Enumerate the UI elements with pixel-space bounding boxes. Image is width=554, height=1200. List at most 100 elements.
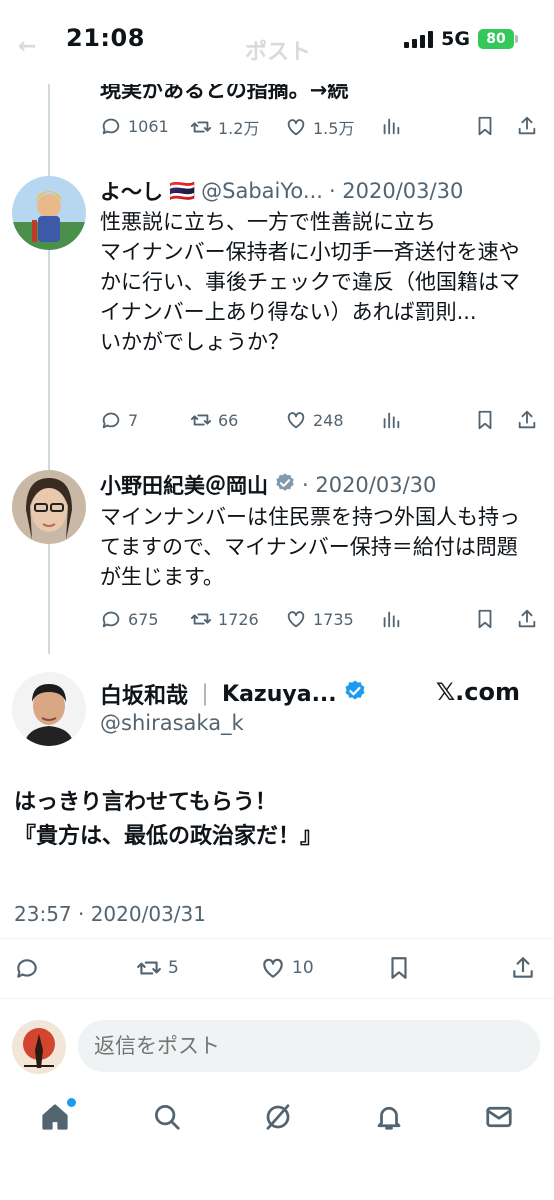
- bookmark-icon: [478, 410, 492, 430]
- network-type: 5G: [441, 28, 470, 50]
- like-button[interactable]: 1.5万: [285, 115, 354, 139]
- repost-count: 1726: [218, 609, 259, 629]
- mail-icon: [486, 1106, 512, 1128]
- like-count: 10: [292, 958, 314, 978]
- status-indicators: 5G 80: [404, 28, 518, 50]
- share-button[interactable]: [516, 409, 538, 431]
- views-icon: [383, 611, 400, 628]
- reply2-text: マインナンバーは住民票を持つ外国人も持ってますので、マイナンバー保持＝給付は問題…: [100, 505, 520, 589]
- main-author-name-en[interactable]: Kazuya...: [222, 682, 337, 707]
- reply2-actions: 675 1726 1735: [100, 605, 540, 635]
- avatar-reply1[interactable]: [12, 176, 86, 250]
- like-button[interactable]: 1735: [285, 608, 354, 630]
- main-tweet-actions: 5 10: [0, 952, 554, 984]
- heart-icon: [287, 412, 305, 429]
- reply1-text: 性悪説に立ち、一方で性善説に立ち マイナンバー保持者に小切手一斉送付を速やかに行…: [100, 210, 520, 354]
- reply1-handle[interactable]: @SabaiYo...: [201, 179, 323, 203]
- divider: [0, 998, 554, 999]
- views-icon: [383, 412, 400, 429]
- main-author: 白坂和哉 ｜ Kazuya...: [100, 678, 367, 710]
- reply1-author-name[interactable]: よ〜し: [100, 176, 163, 206]
- avatar-main[interactable]: [12, 672, 86, 746]
- views-button[interactable]: [380, 409, 402, 431]
- views-button[interactable]: [380, 608, 402, 630]
- views-button[interactable]: [380, 115, 402, 137]
- repost-button[interactable]: 1.2万: [190, 115, 259, 139]
- reply-icon: [17, 959, 37, 978]
- share-button[interactable]: [516, 115, 538, 137]
- bookmark-icon: [391, 957, 407, 979]
- bookmark-button[interactable]: [386, 955, 412, 981]
- nav-home[interactable]: [40, 1098, 76, 1134]
- nav-notifications[interactable]: [374, 1102, 406, 1134]
- signal-icon: [404, 30, 434, 48]
- share-button[interactable]: [516, 608, 538, 630]
- reply-count: 675: [128, 609, 159, 629]
- bookmark-button[interactable]: [474, 115, 496, 137]
- search-icon: [155, 1105, 180, 1130]
- reply-compose-input[interactable]: [78, 1020, 540, 1072]
- repost-button[interactable]: 66: [190, 409, 238, 431]
- status-time: 21:08: [66, 24, 145, 52]
- repost-button[interactable]: 5: [136, 955, 179, 981]
- repost-icon: [190, 414, 212, 426]
- repost-count: 66: [218, 410, 239, 430]
- reply1-actions: 7 66 248: [100, 406, 540, 436]
- divider: [0, 938, 554, 939]
- verified-blue-icon: [343, 679, 367, 709]
- main-author-handle[interactable]: @shirasaka_k: [100, 711, 244, 735]
- bookmark-icon: [478, 609, 492, 629]
- nav-grok[interactable]: [263, 1102, 295, 1134]
- reply-count: 7: [128, 410, 139, 430]
- share-icon: [518, 410, 536, 429]
- share-icon: [513, 957, 533, 978]
- like-button[interactable]: 248: [285, 409, 344, 431]
- share-button[interactable]: [510, 955, 536, 981]
- reply-button[interactable]: 1061: [100, 115, 169, 137]
- like-button[interactable]: 10: [260, 955, 314, 981]
- repost-icon: [190, 121, 212, 133]
- reply1-date: · 2020/03/30: [328, 179, 464, 203]
- reply2-header: 小野田紀美＠岡山 · 2020/03/30: [100, 470, 436, 500]
- verified-gray-icon: [274, 472, 296, 499]
- bookmark-icon: [478, 116, 492, 136]
- like-count: 1.5万: [313, 119, 355, 138]
- thai-flag-icon: 🇹🇭: [169, 178, 196, 203]
- header-title: ポスト: [245, 40, 312, 65]
- nav-search[interactable]: [152, 1102, 184, 1134]
- previous-tweet-actions: 1061 1.2万 1.5万: [100, 112, 540, 142]
- source-label: 𝕏.com: [435, 678, 520, 706]
- home-icon: [42, 1104, 68, 1130]
- reply-icon: [102, 412, 120, 429]
- avatar-reply2[interactable]: [12, 470, 86, 544]
- repost-count: 5: [168, 958, 179, 978]
- views-icon: [383, 118, 400, 135]
- reply-icon: [102, 118, 120, 135]
- reply-count: 1061: [128, 116, 169, 136]
- like-count: 1735: [313, 609, 354, 629]
- heart-icon: [287, 611, 305, 628]
- battery-icon: 80: [478, 29, 518, 49]
- share-icon: [518, 116, 536, 135]
- reply-button[interactable]: 7: [100, 409, 138, 431]
- repost-count: 1.2万: [218, 119, 260, 138]
- main-tweet-text: はっきり言わせてもらう！ 『貴方は、最低の政治家だ！』: [14, 790, 323, 849]
- bell-icon: [377, 1106, 401, 1130]
- main-author-name[interactable]: 白坂和哉: [100, 678, 188, 710]
- back-arrow-icon[interactable]: ←: [18, 34, 36, 59]
- reply-button[interactable]: 675: [100, 608, 159, 630]
- avatar-self[interactable]: [12, 1020, 66, 1074]
- name-separator: ｜: [194, 684, 217, 709]
- status-bar: ← ポスト 21:08 5G 80: [0, 0, 554, 84]
- repost-button[interactable]: 1726: [190, 608, 259, 630]
- bookmark-button[interactable]: [474, 608, 496, 630]
- share-icon: [518, 609, 536, 628]
- reply2-author-name[interactable]: 小野田紀美＠岡山: [100, 470, 268, 500]
- bookmark-button[interactable]: [474, 409, 496, 431]
- like-count: 248: [313, 410, 344, 430]
- repost-icon: [137, 961, 161, 975]
- nav-messages[interactable]: [484, 1102, 516, 1134]
- thread-line: [48, 84, 50, 654]
- main-tweet-timestamp[interactable]: 23:57 · 2020/03/31: [14, 902, 206, 926]
- reply-button[interactable]: [14, 955, 40, 981]
